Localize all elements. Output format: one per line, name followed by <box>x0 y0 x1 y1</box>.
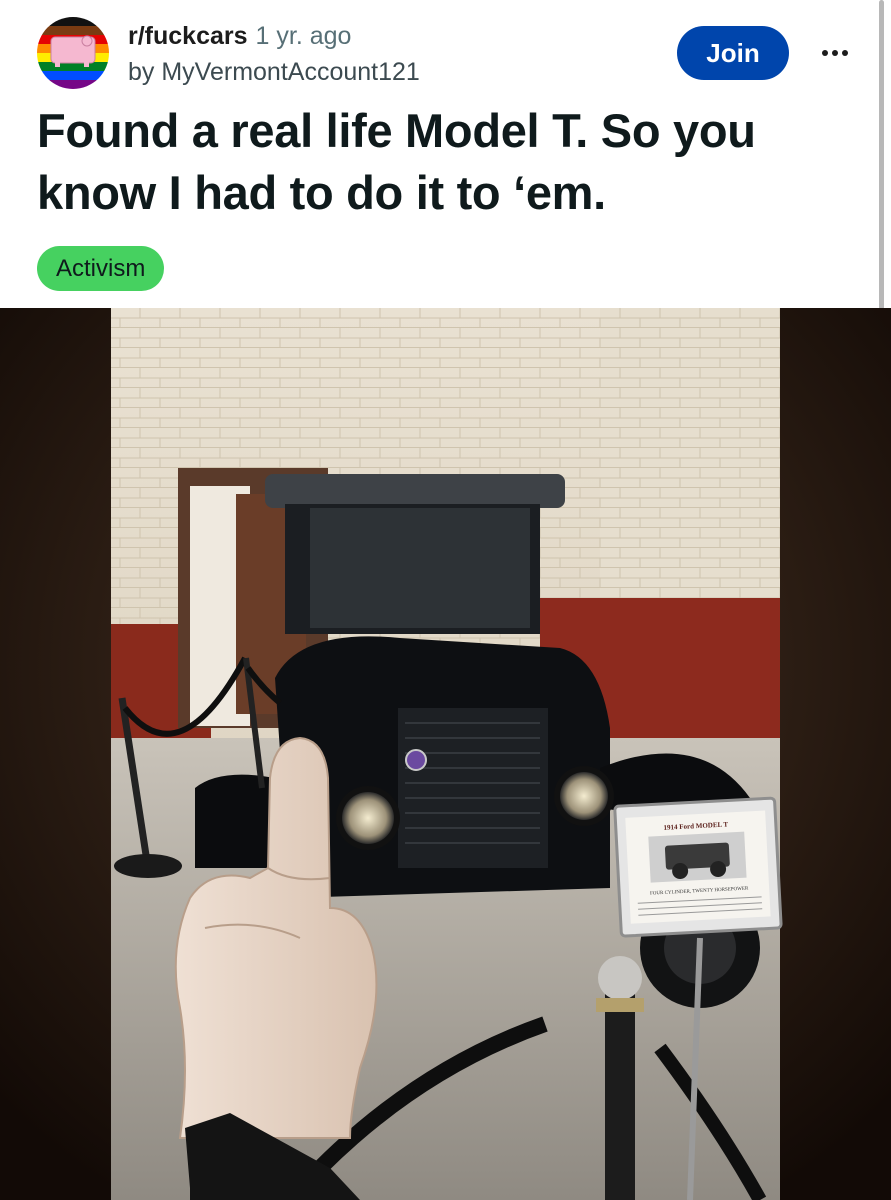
join-button[interactable]: Join <box>677 26 789 80</box>
post-flair[interactable]: Activism <box>37 246 165 291</box>
more-options-icon[interactable] <box>812 30 858 76</box>
subreddit-avatar-icon[interactable] <box>37 17 109 89</box>
photo: 1914 Ford MODEL T FOUR CYLINDER, TWENTY … <box>111 308 783 1200</box>
post-image[interactable]: 1914 Ford MODEL T FOUR CYLINDER, TWENTY … <box>0 308 891 1200</box>
post-header: r/fuckcars 1 yr. ago by MyVermontAccount1… <box>0 0 891 310</box>
post-age: 1 yr. ago <box>255 22 352 50</box>
post-title: Found a real life Model T. So you know I… <box>37 104 756 219</box>
subreddit-link[interactable]: r/fuckcars <box>128 22 248 50</box>
post-meta-line: r/fuckcars 1 yr. ago <box>128 20 351 52</box>
scrollbar[interactable] <box>879 0 884 310</box>
post-author[interactable]: by MyVermontAccount121 <box>128 56 420 88</box>
